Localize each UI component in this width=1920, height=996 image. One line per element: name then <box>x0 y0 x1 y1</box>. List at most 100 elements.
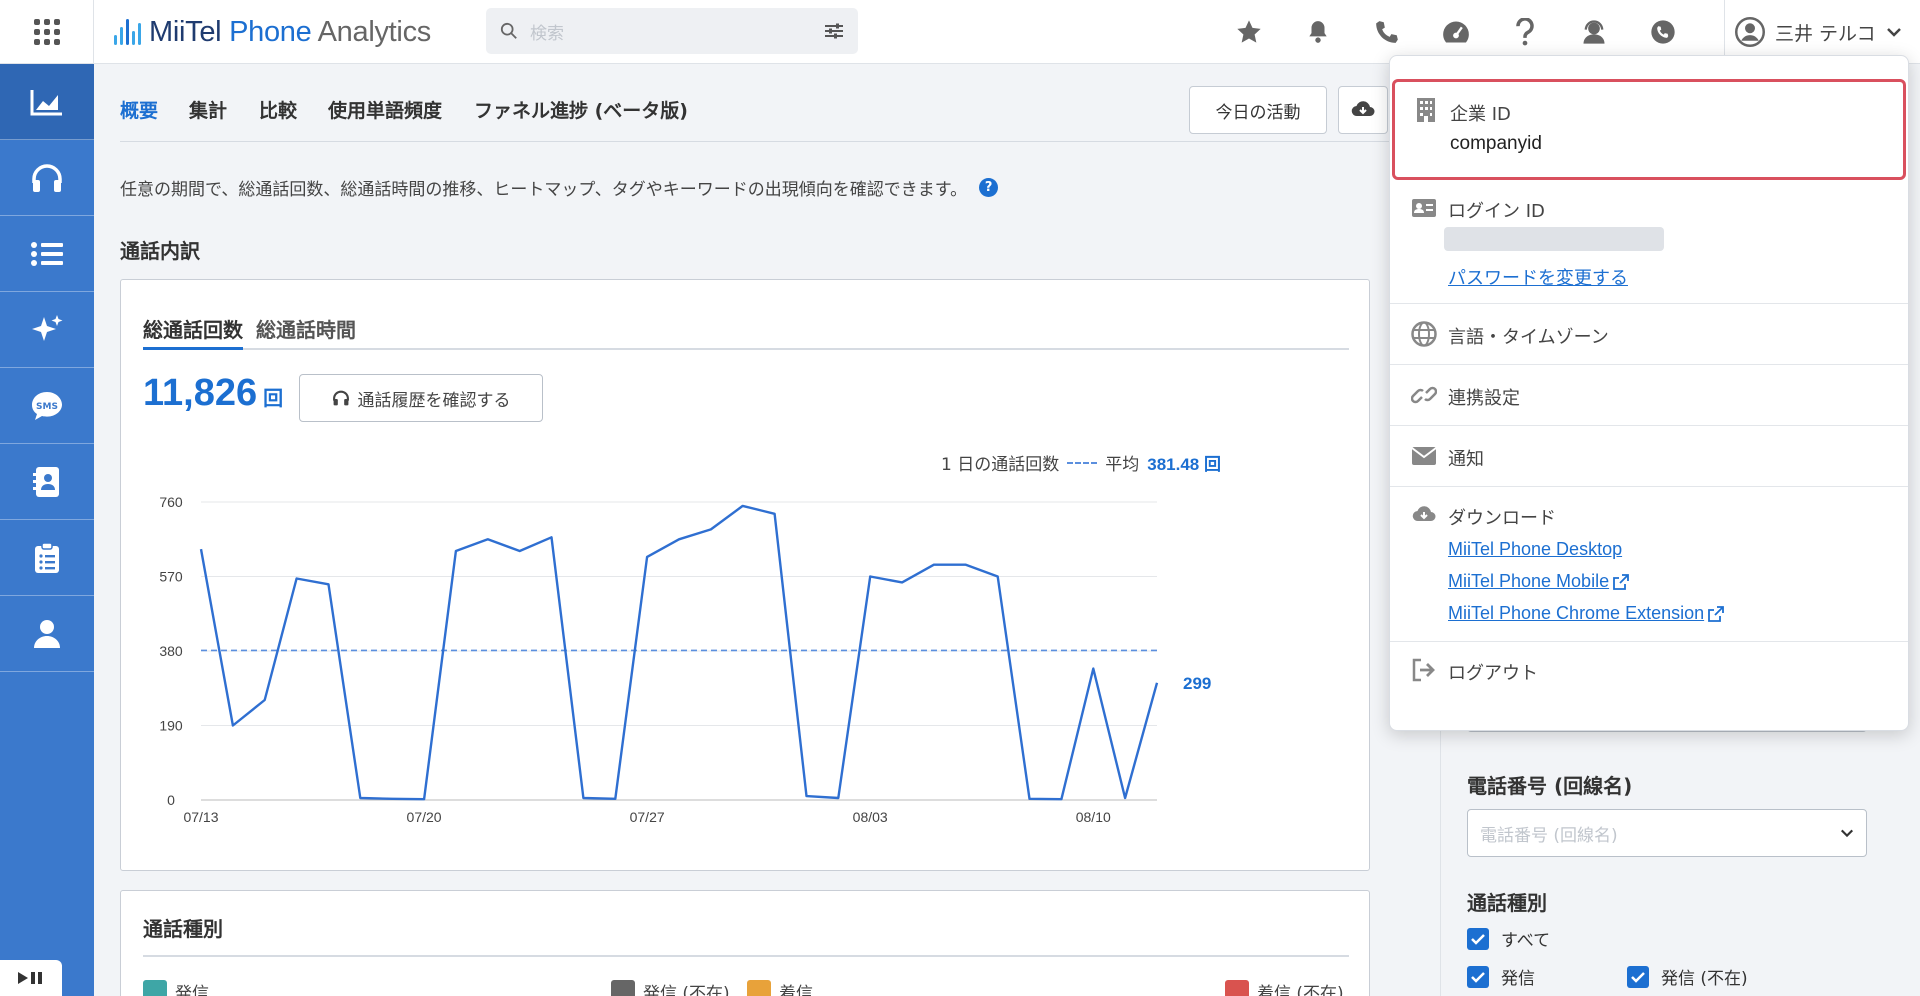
outgoing-missed-icon <box>611 979 635 996</box>
language-menu-item[interactable]: 言語・タイムゾーン <box>1390 304 1908 365</box>
x-tick-label: 08/03 <box>853 809 888 825</box>
change-password-link[interactable]: パスワードを変更する <box>1448 264 1628 290</box>
help-icon[interactable]: ? <box>979 178 999 197</box>
star-icon[interactable] <box>1230 13 1268 51</box>
y-tick-label: 0 <box>167 792 175 808</box>
call-type-outgoing: 発信 <box>143 979 209 996</box>
logo-mark-icon <box>114 19 141 45</box>
description-text: 任意の期間で、総通話回数、総通話時間の推移、ヒートマップ、タグやキーワードの出現… <box>120 180 968 200</box>
tab-aggregate[interactable]: 集計 <box>189 96 227 123</box>
checkbox-outgoing-missed[interactable]: 発信 (不在) <box>1627 964 1748 989</box>
checkbox-outgoing[interactable]: 発信 <box>1467 964 1535 989</box>
today-activity-button[interactable]: 今日の活動 <box>1189 86 1327 134</box>
integrations-menu-item[interactable]: 連携設定 <box>1390 365 1908 426</box>
download-section: ダウンロード MiiTel Phone Desktop MiiTel Phone… <box>1390 487 1908 642</box>
download-chrome-label: MiiTel Phone Chrome Extension <box>1448 603 1705 623</box>
building-icon <box>1412 96 1440 124</box>
checkbox-all[interactable]: すべて <box>1467 926 1550 951</box>
media-toggle-button[interactable] <box>0 960 62 996</box>
sidebar-item-users[interactable] <box>0 596 94 672</box>
sidebar-item-analytics[interactable] <box>0 64 94 140</box>
download-label: ダウンロード <box>1448 508 1556 529</box>
speedometer-icon[interactable] <box>1437 13 1475 51</box>
call-type-outgoing-missed: 発信 (不在) <box>611 979 730 996</box>
call-type-label: 発信 <box>175 984 209 996</box>
svg-text:SMS: SMS <box>36 402 58 412</box>
divider <box>143 955 1349 957</box>
bell-icon[interactable] <box>1299 13 1337 51</box>
tab-funnel[interactable]: ファネル進捗 (ベータ版) <box>474 96 688 123</box>
download-button[interactable] <box>1338 86 1388 134</box>
call-type-title: 通話種別 <box>143 917 223 941</box>
filter-sliders-icon[interactable] <box>824 22 844 40</box>
left-sidebar: SMS <box>0 64 94 996</box>
sidebar-item-ai[interactable] <box>0 292 94 368</box>
download-chrome-link[interactable]: MiiTel Phone Chrome Extension <box>1448 603 1725 624</box>
headphones-icon <box>32 163 62 192</box>
grid-icon <box>33 19 60 45</box>
sidebar-item-list[interactable] <box>0 216 94 292</box>
phone-icon[interactable] <box>1368 13 1406 51</box>
call-type-label: 着信 (不在) <box>1257 984 1344 996</box>
company-id-value: companyid <box>1450 133 1542 154</box>
sparkle-icon <box>32 314 63 341</box>
incoming-missed-icon <box>1225 979 1249 996</box>
globe-icon <box>1410 320 1438 348</box>
sidebar-item-contacts[interactable] <box>0 444 94 520</box>
logout-label: ログアウト <box>1448 663 1538 684</box>
company-id-section: 企業 ID companyid <box>1392 79 1906 180</box>
section-title: 通話内訳 <box>120 239 200 263</box>
login-id-label: ログイン ID <box>1448 201 1545 222</box>
search-input[interactable]: 検索 <box>486 8 858 54</box>
chevron-down-icon <box>1886 28 1901 37</box>
login-id-redacted <box>1444 227 1664 251</box>
phone-filter-title: 電話番号 (回線名) <box>1467 774 1633 798</box>
help-icon[interactable] <box>1506 13 1544 51</box>
tab-overview[interactable]: 概要 <box>120 96 158 123</box>
logout-menu-item[interactable]: ログアウト <box>1390 642 1908 706</box>
logo-product: Phone <box>229 15 312 48</box>
download-desktop-label: MiiTel Phone Desktop <box>1448 539 1623 559</box>
headset-user-icon[interactable] <box>1575 13 1613 51</box>
checkbox-checked-icon <box>1627 965 1649 988</box>
sidebar-item-tasks[interactable] <box>0 520 94 596</box>
app-logo[interactable]: MiiTel Phone Analytics <box>114 12 431 52</box>
x-tick-label: 08/10 <box>1076 809 1111 825</box>
cloud-download-icon <box>1410 501 1438 529</box>
y-tick-label: 760 <box>159 494 183 510</box>
x-tick-label: 07/20 <box>407 809 442 825</box>
app-launcher-button[interactable] <box>0 0 94 64</box>
checkbox-checked-icon <box>1467 927 1489 950</box>
x-tick-label: 07/27 <box>630 809 665 825</box>
login-id-section: ログイン ID パスワードを変更する <box>1390 184 1908 304</box>
integrations-label: 連携設定 <box>1448 388 1520 409</box>
chevron-down-icon <box>1840 829 1854 838</box>
user-icon <box>34 619 60 648</box>
play-pause-icon <box>18 972 42 984</box>
language-label: 言語・タイムゾーン <box>1448 327 1609 348</box>
envelope-icon <box>1410 442 1438 470</box>
top-icon-bar <box>1230 10 1682 54</box>
search-placeholder: 検索 <box>530 23 564 44</box>
notifications-menu-item[interactable]: 通知 <box>1390 426 1908 487</box>
external-link-icon <box>1613 573 1629 590</box>
clipboard-icon <box>35 541 59 573</box>
sidebar-item-sms[interactable]: SMS <box>0 368 94 444</box>
notifications-label: 通知 <box>1448 449 1484 470</box>
sms-icon: SMS <box>32 391 62 420</box>
tab-compare[interactable]: 比較 <box>259 96 297 123</box>
phone-filter-select[interactable]: 電話番号 (回線名) <box>1467 809 1867 857</box>
checkbox-label: 発信 <box>1501 969 1535 989</box>
download-desktop-link[interactable]: MiiTel Phone Desktop <box>1448 539 1622 560</box>
y-tick-label: 570 <box>159 569 183 585</box>
contacts-icon <box>33 466 59 497</box>
external-link-icon <box>1708 605 1725 622</box>
page-description: 任意の期間で、総通話回数、総通話時間の推移、ヒートマップ、タグやキーワードの出現… <box>120 175 999 200</box>
download-mobile-link[interactable]: MiiTel Phone Mobile <box>1448 571 1629 592</box>
last-value-label: 299 <box>1183 674 1211 693</box>
phone-signal-icon[interactable] <box>1644 13 1682 51</box>
tab-word-frequency[interactable]: 使用単語頻度 <box>328 96 442 123</box>
call-type-incoming: 着信 <box>747 979 813 996</box>
logo-module: Analytics <box>317 15 432 48</box>
sidebar-item-calls[interactable] <box>0 140 94 216</box>
